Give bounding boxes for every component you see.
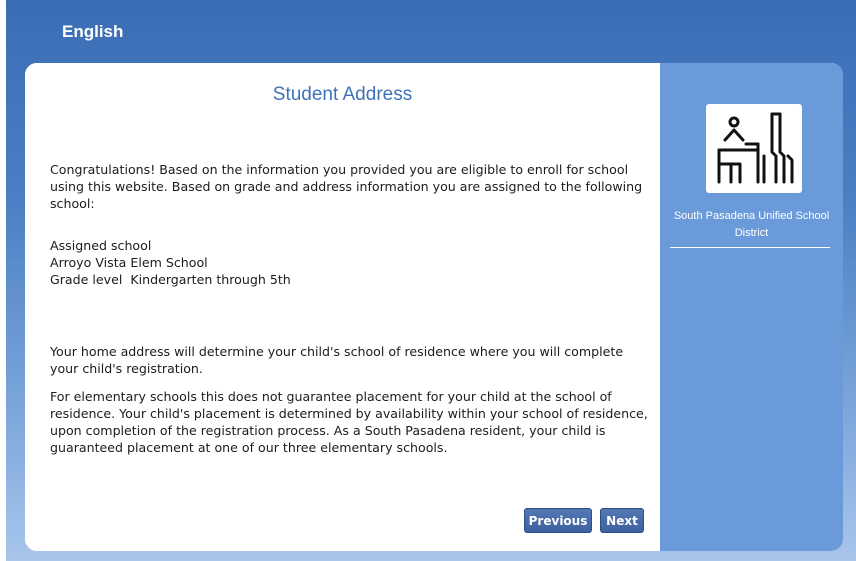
eligibility-message: Congratulations! Based on the informatio… bbox=[50, 162, 643, 211]
registration-card: Student Address Congratulations! Based o… bbox=[25, 63, 843, 551]
logo-graphic bbox=[717, 112, 794, 184]
district-name: South Pasadena Unified School District bbox=[673, 210, 830, 239]
grade-level: Grade level Kindergarten through 5th bbox=[50, 272, 291, 287]
assigned-school-block: Assigned school Arroyo Vista Elem School… bbox=[50, 237, 650, 288]
previous-button[interactable]: Previous bbox=[524, 508, 592, 533]
page-title: Student Address bbox=[272, 84, 413, 105]
assigned-school-heading: Assigned school bbox=[50, 238, 152, 253]
placement-note: For elementary schools this does not gua… bbox=[50, 389, 648, 455]
sidebar-divider bbox=[670, 247, 830, 248]
district-sidebar: South Pasadena Unified School District bbox=[660, 63, 843, 551]
assigned-school-name: Arroyo Vista Elem School bbox=[50, 255, 208, 270]
main-content: Student Address Congratulations! Based o… bbox=[25, 63, 660, 551]
school-district-logo-icon bbox=[706, 104, 802, 193]
next-button[interactable]: Next bbox=[600, 508, 644, 533]
language-selector[interactable]: English bbox=[62, 22, 123, 42]
home-address-note: Your home address will determine your ch… bbox=[50, 344, 624, 376]
